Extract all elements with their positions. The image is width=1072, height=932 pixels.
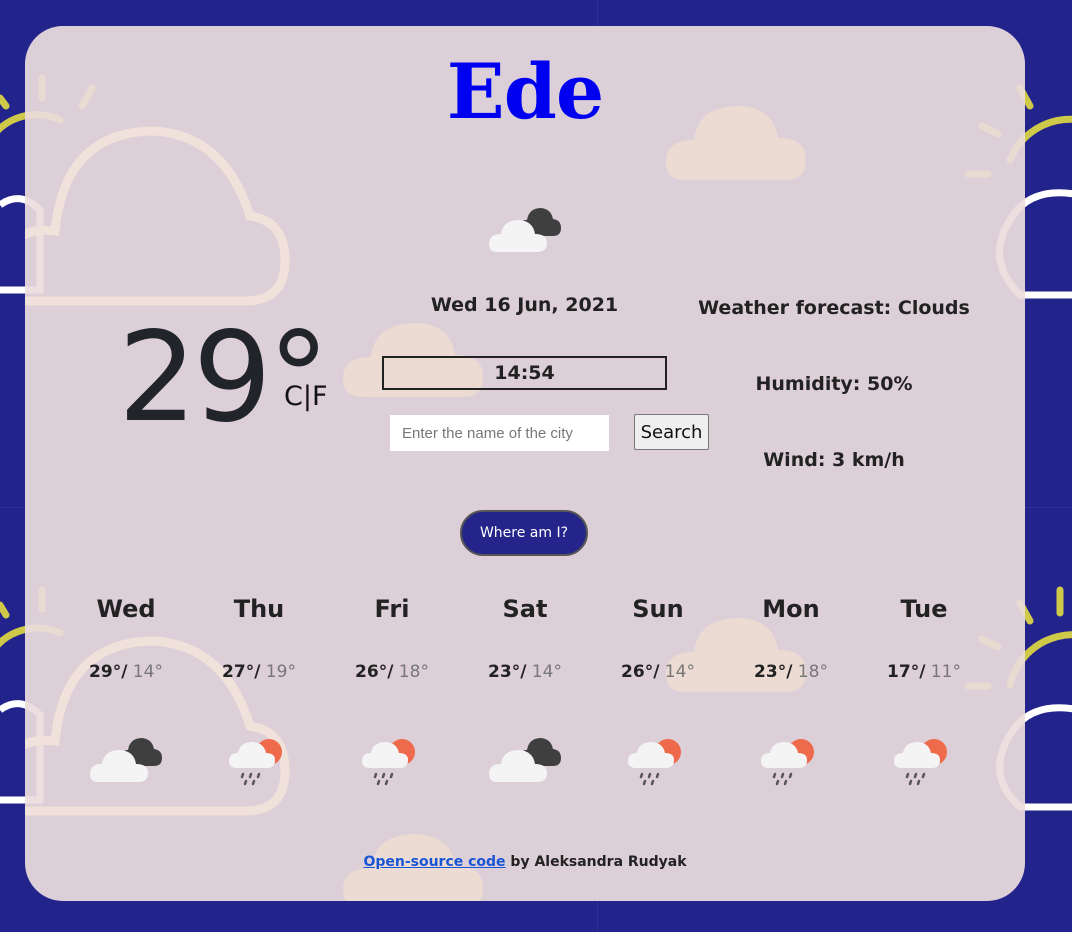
search-button[interactable]: Search <box>634 414 709 450</box>
open-source-code-link[interactable]: Open-source code <box>363 854 505 870</box>
forecast-min-temp: 18° <box>792 662 828 682</box>
unit-separator: | <box>302 381 312 412</box>
current-time: 14:54 <box>382 356 667 390</box>
decorative-cloud-icon <box>25 126 290 306</box>
forecast-day: Sun 26°/ 14° <box>592 594 724 790</box>
forecast-day-name: Fri <box>374 595 410 623</box>
fahrenheit-toggle[interactable]: F <box>312 381 328 412</box>
forecast-min-temp: 14° <box>526 662 562 682</box>
forecast-day: Sat 23°/ 14° <box>459 594 591 784</box>
forecast-row: Wed 29°/ 14° Thu 27°/ 19° Fri 26°/ 18° S… <box>60 594 990 814</box>
forecast-min-temp: 14° <box>127 662 163 682</box>
current-date: Wed 16 Jun, 2021 <box>430 294 619 316</box>
unit-toggle: C|F <box>284 381 328 412</box>
forecast-min-temp: 19° <box>260 662 296 682</box>
forecast-max-temp: 26°/ <box>355 662 394 682</box>
forecast-day: Wed 29°/ 14° <box>60 594 192 784</box>
broken-clouds-icon <box>489 208 561 252</box>
forecast-day-name: Thu <box>233 595 285 623</box>
where-am-i-button[interactable]: Where am I? <box>460 510 588 556</box>
wind-speed: Wind: 3 km/h <box>763 449 905 471</box>
sun-rain-icon <box>628 739 681 786</box>
forecast-day-name: Mon <box>762 595 820 623</box>
forecast-day: Mon 23°/ 18° <box>725 594 857 790</box>
forecast-min-temp: 14° <box>659 662 695 682</box>
forecast-max-temp: 29°/ <box>89 662 128 682</box>
sun-rain-icon <box>761 739 814 786</box>
broken-clouds-icon <box>90 738 162 782</box>
forecast-max-temp: 17°/ <box>887 662 926 682</box>
forecast-day: Fri 26°/ 18° <box>326 594 458 790</box>
footer: Open-source code by Aleksandra Rudyak <box>25 854 1025 870</box>
broken-clouds-icon <box>489 738 561 782</box>
forecast-max-temp: 23°/ <box>754 662 793 682</box>
forecast-min-temp: 18° <box>393 662 429 682</box>
city-name: Ede <box>446 47 604 136</box>
forecast-max-temp: 23°/ <box>488 662 527 682</box>
sun-rain-icon <box>894 739 947 786</box>
forecast-day: Tue 17°/ 11° <box>858 594 990 790</box>
city-search-input[interactable] <box>390 415 609 451</box>
forecast-day: Thu 27°/ 19° <box>193 594 325 790</box>
forecast-min-temp: 11° <box>925 662 961 682</box>
forecast-day-name: Sun <box>632 595 684 623</box>
footer-author: by Aleksandra Rudyak <box>505 854 687 870</box>
forecast-day-name: Tue <box>900 595 948 623</box>
weather-card: Ede 29° C|F Wed 16 Jun, 2021 14:54 Searc… <box>25 26 1025 901</box>
forecast-day-name: Wed <box>96 595 156 623</box>
sun-rain-icon <box>362 739 415 786</box>
forecast-max-temp: 26°/ <box>621 662 660 682</box>
humidity: Humidity: 50% <box>755 373 913 395</box>
weather-description: Weather forecast: Clouds <box>698 297 970 319</box>
forecast-max-temp: 27°/ <box>222 662 261 682</box>
forecast-day-name: Sat <box>502 595 548 623</box>
celsius-toggle[interactable]: C <box>284 381 303 412</box>
current-temperature: 29° <box>118 306 330 450</box>
sun-rain-icon <box>229 739 282 786</box>
